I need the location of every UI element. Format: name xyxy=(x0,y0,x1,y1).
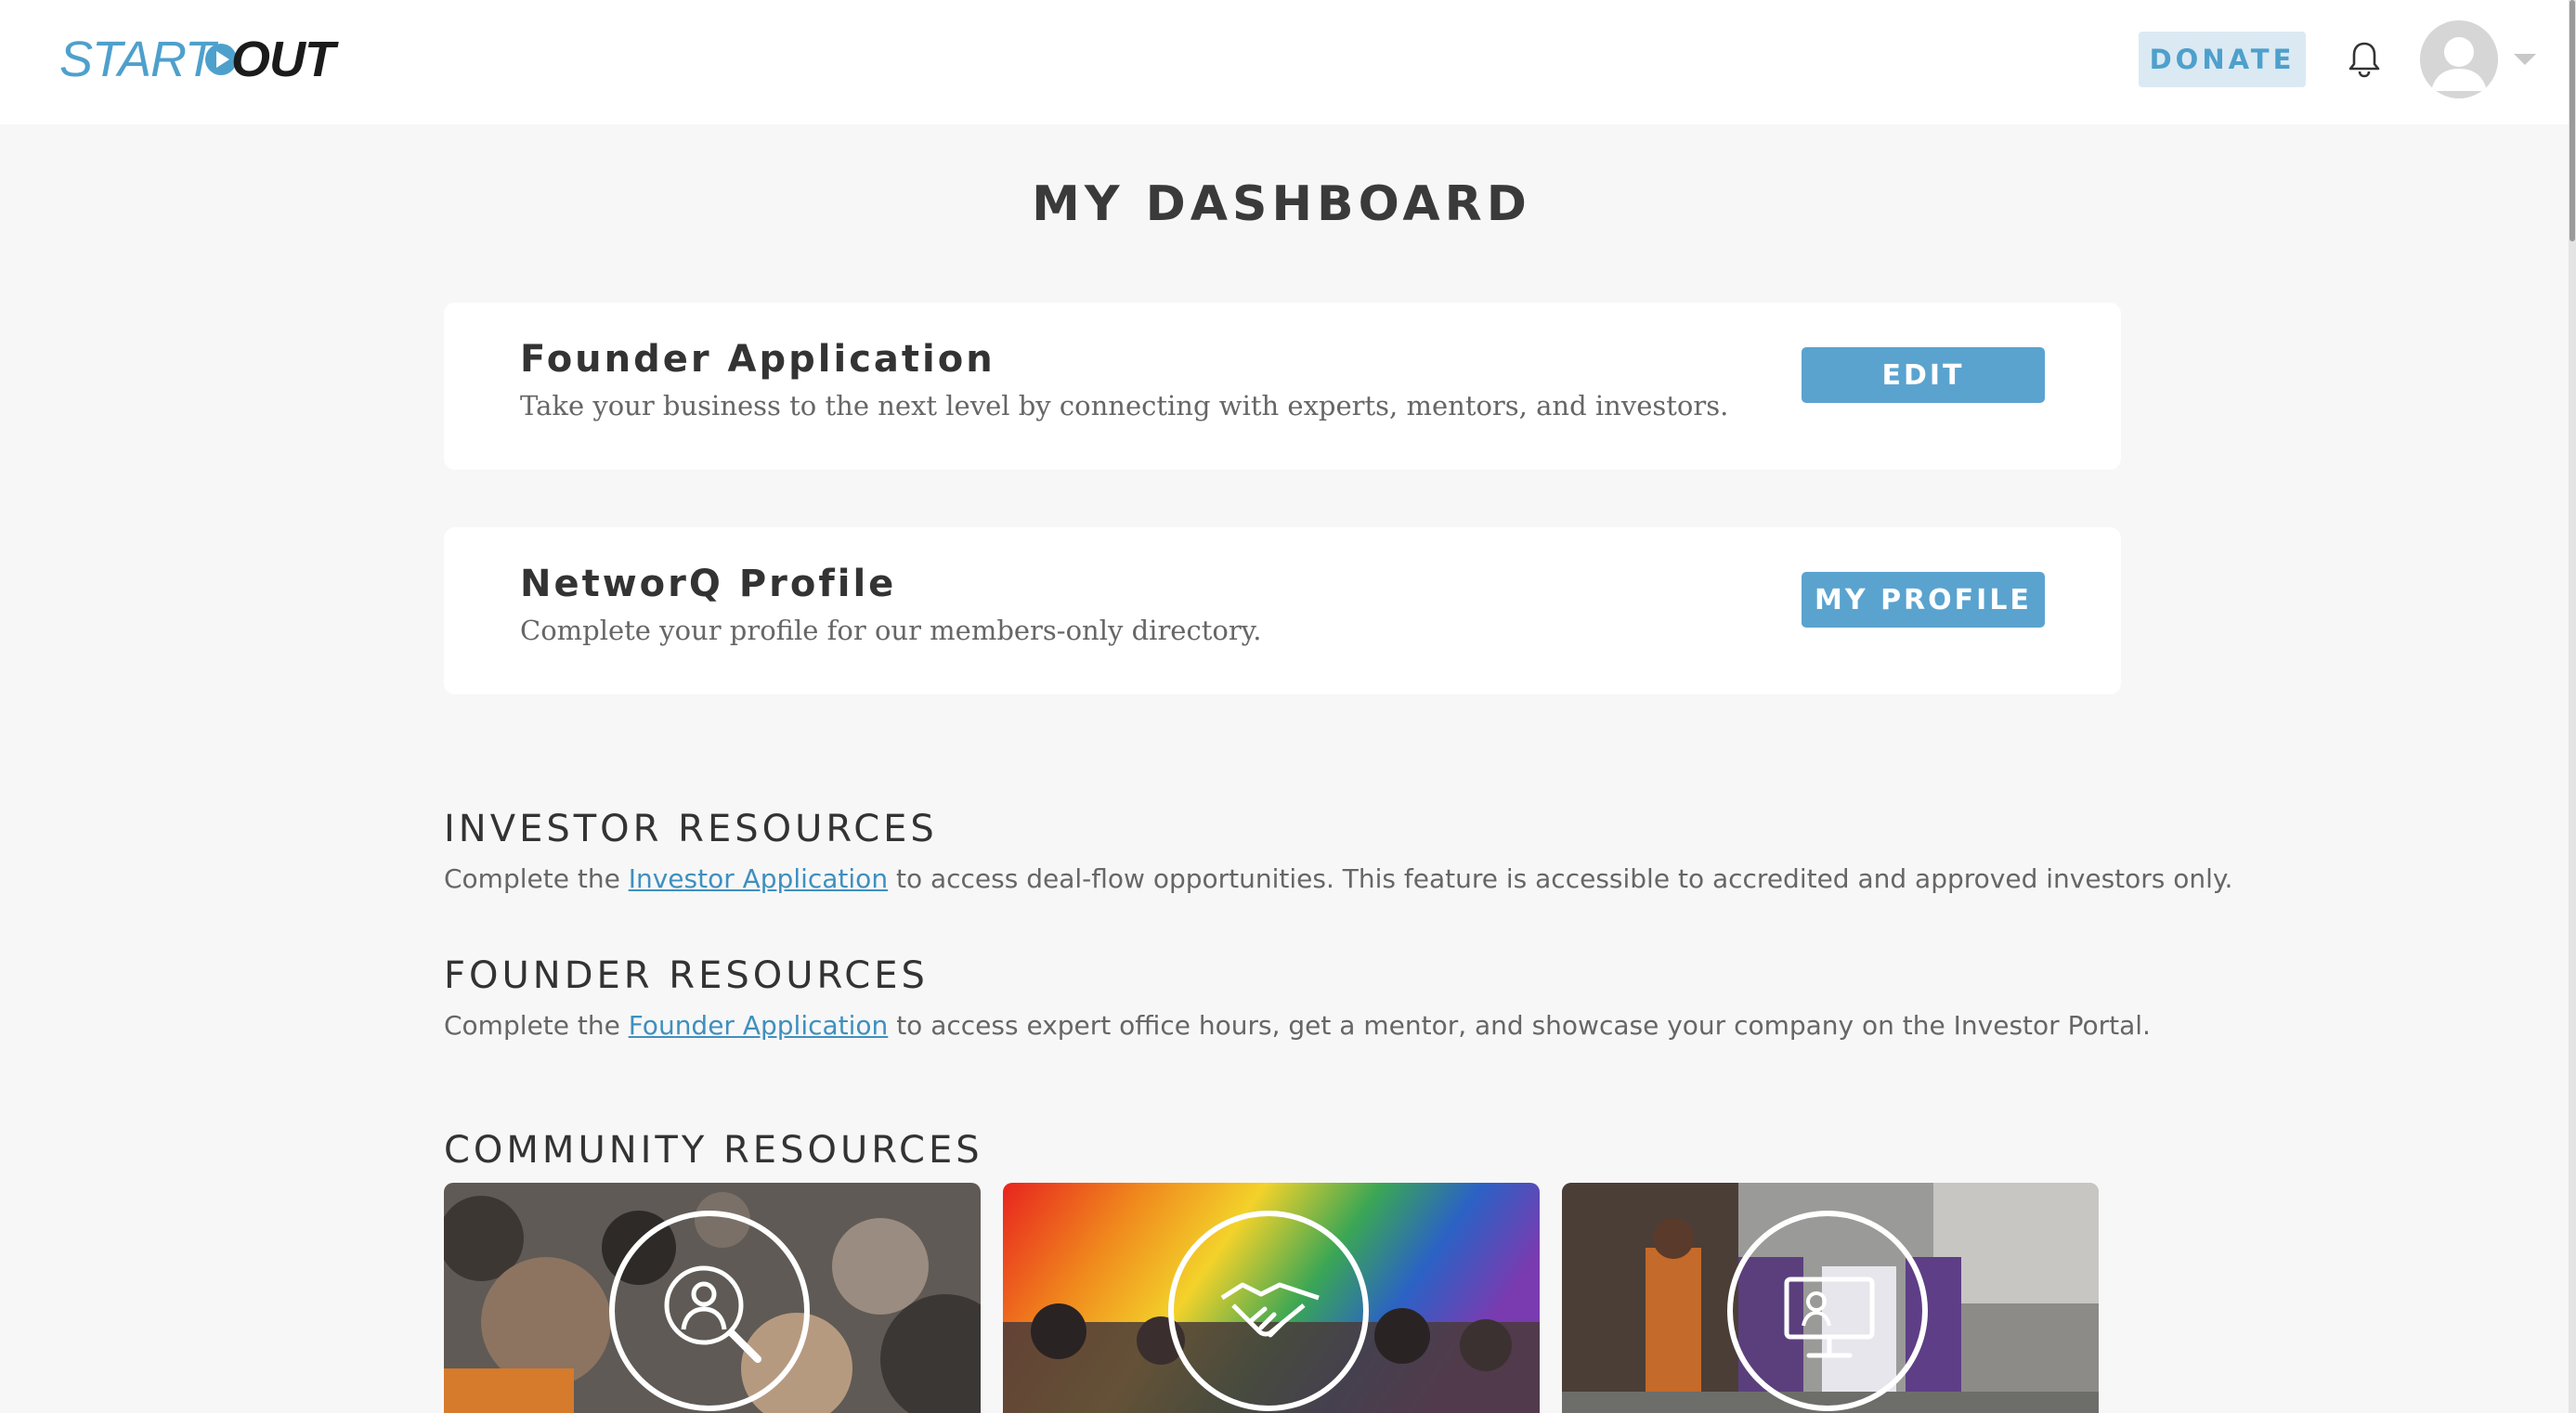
people-search-icon xyxy=(664,1265,761,1363)
community-tile-members[interactable] xyxy=(444,1183,981,1413)
logo-start-text: START xyxy=(59,32,215,87)
donate-button[interactable]: DONATE xyxy=(2139,32,2306,87)
text-segment: Complete the xyxy=(444,863,629,894)
handshake-icon xyxy=(1220,1282,1320,1338)
edit-button[interactable]: EDIT xyxy=(1802,347,2045,403)
card-title: Founder Application xyxy=(520,338,995,381)
card-title: NetworQ Profile xyxy=(520,563,897,605)
top-navigation-bar: START OUT DONATE xyxy=(0,0,2576,124)
card-description: Complete your profile for our members-on… xyxy=(520,615,1262,646)
notification-bell-icon[interactable] xyxy=(2348,41,2381,78)
founder-application-card: Founder Application Take your business t… xyxy=(444,303,2121,470)
networq-profile-card: NetworQ Profile Complete your profile fo… xyxy=(444,527,2121,694)
text-segment: to access expert office hours, get a men… xyxy=(888,1010,2151,1041)
scrollbar-thumb[interactable] xyxy=(2569,0,2575,241)
community-tile-partners[interactable] xyxy=(1003,1183,1540,1413)
page-title: MY DASHBOARD xyxy=(1032,176,1531,232)
chevron-down-icon[interactable] xyxy=(2514,54,2536,65)
community-resources-heading: COMMUNITY RESOURCES xyxy=(444,1129,983,1172)
founder-resources-text: Complete the Founder Application to acce… xyxy=(444,1010,2151,1041)
text-segment: Complete the xyxy=(444,1010,629,1041)
card-description: Take your business to the next level by … xyxy=(520,390,1729,421)
founder-application-link[interactable]: Founder Application xyxy=(629,1010,889,1041)
logo-out-text: OUT xyxy=(231,32,335,87)
user-avatar[interactable] xyxy=(2420,20,2498,98)
scrollbar[interactable] xyxy=(2569,0,2576,1413)
investor-resources-text: Complete the Investor Application to acc… xyxy=(444,863,2232,894)
text-segment: to access deal-flow opportunities. This … xyxy=(888,863,2233,894)
community-tile-events[interactable] xyxy=(1562,1183,2099,1413)
startout-logo[interactable]: START OUT xyxy=(59,32,335,87)
investor-application-link[interactable]: Investor Application xyxy=(629,863,888,894)
investor-resources-heading: INVESTOR RESOURCES xyxy=(444,808,938,850)
presentation-screen-icon xyxy=(1784,1277,1875,1358)
founder-resources-heading: FOUNDER RESOURCES xyxy=(444,954,929,997)
my-profile-button[interactable]: MY PROFILE xyxy=(1802,572,2045,628)
